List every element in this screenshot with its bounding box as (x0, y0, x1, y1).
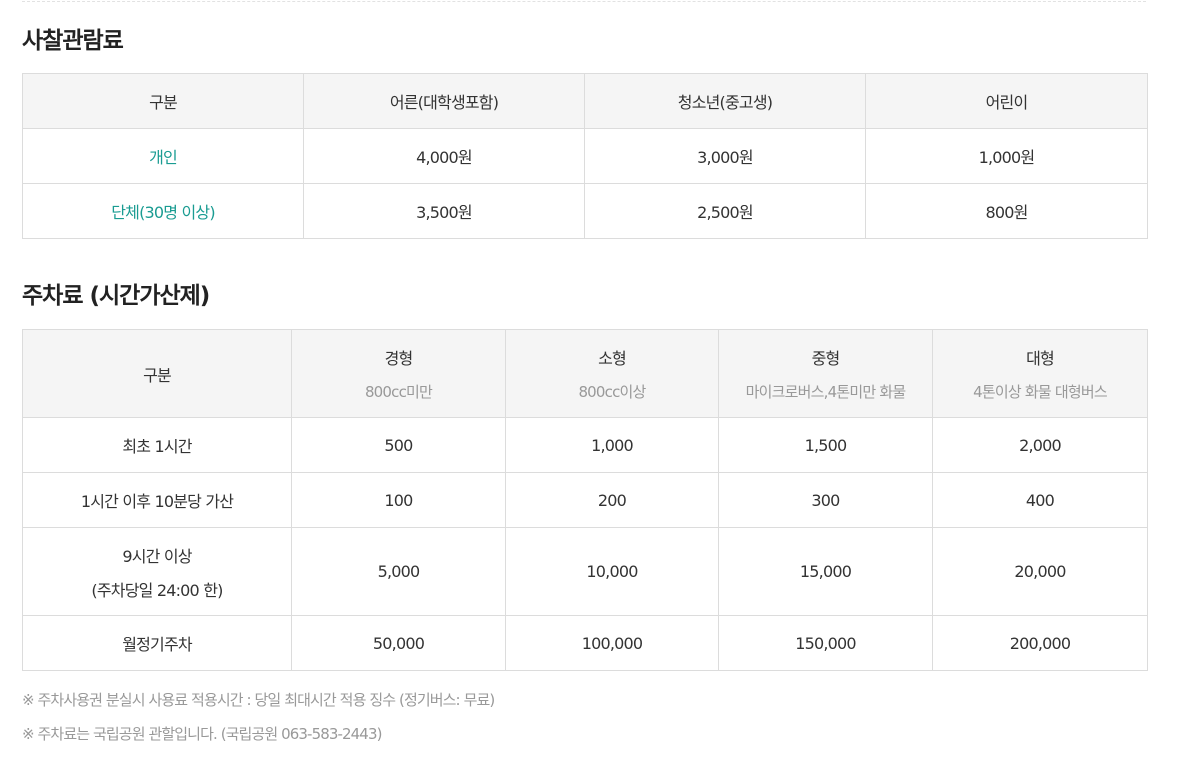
fee-cell: 15,000 (718, 527, 933, 616)
vehicle-class-desc: 800cc미만 (364, 383, 433, 401)
header-youth: 청소년(중고생) (584, 73, 866, 129)
table-row: 9시간 이상 (주차당일 24:00 한) 5,000 10,000 15,00… (22, 527, 1148, 616)
fee-cell: 500 (291, 417, 506, 473)
note-park-authority: ※ 주차료는 국립공원 관할입니다. (국립공원 063-583-2443) (22, 725, 382, 743)
fee-cell: 400 (932, 472, 1148, 528)
cell-adult-fee: 4,000원 (303, 128, 585, 184)
fee-cell: 300 (718, 472, 933, 528)
fee-cell: 200 (505, 472, 719, 528)
vehicle-class-desc: 800cc이상 (578, 383, 646, 401)
header-adult: 어른(대학생포함) (303, 73, 585, 129)
note-lost-ticket: ※ 주차사용권 분실시 사용료 적용시간 : 당일 최대시간 적용 징수 (정기… (22, 691, 495, 709)
header-mid-car: 중형 마이크로버스,4톤미만 화물 (718, 329, 933, 418)
header-light-car: 경형 800cc미만 (291, 329, 506, 418)
fee-cell: 5,000 (291, 527, 506, 616)
vehicle-class-desc: 4톤이상 화물 대형버스 (973, 383, 1107, 401)
cell-youth-fee: 2,500원 (584, 183, 866, 239)
row-label: 월정기주차 (22, 615, 292, 671)
row-label-line1: 9시간 이상 (122, 546, 192, 566)
header-category: 구분 (22, 73, 304, 129)
vehicle-class-name: 소형 (598, 349, 627, 368)
fee-cell: 100,000 (505, 615, 719, 671)
header-child: 어린이 (865, 73, 1148, 129)
fee-cell: 150,000 (718, 615, 933, 671)
vehicle-class-desc: 마이크로버스,4톤미만 화물 (745, 383, 906, 401)
parking-fee-title: 주차료 (시간가산제) (22, 283, 210, 309)
table-row: 단체(30명 이상) 3,500원 2,500원 800원 (22, 183, 1148, 239)
cell-adult-fee: 3,500원 (303, 183, 585, 239)
fee-cell: 1,000 (505, 417, 719, 473)
fee-cell: 50,000 (291, 615, 506, 671)
row-label-individual: 개인 (22, 128, 304, 184)
fee-cell: 200,000 (932, 615, 1148, 671)
fee-cell: 20,000 (932, 527, 1148, 616)
table-row: 개인 4,000원 3,000원 1,000원 (22, 128, 1148, 184)
header-small-car: 소형 800cc이상 (505, 329, 719, 418)
parking-fee-table: 구분 경형 800cc미만 소형 800cc이상 중형 마이크로버스,4톤미만 … (22, 329, 1148, 671)
fee-cell: 100 (291, 472, 506, 528)
cell-youth-fee: 3,000원 (584, 128, 866, 184)
cell-child-fee: 800원 (865, 183, 1148, 239)
header-large-car: 대형 4톤이상 화물 대형버스 (932, 329, 1148, 418)
row-label-group: 단체(30명 이상) (22, 183, 304, 239)
vehicle-class-name: 대형 (1026, 349, 1055, 368)
vehicle-class-name: 경형 (384, 349, 414, 368)
fee-cell: 1,500 (718, 417, 933, 473)
row-label-line2: (주차당일 24:00 한) (91, 580, 223, 600)
table-row: 월정기주차 50,000 100,000 150,000 200,000 (22, 615, 1148, 671)
header-category: 구분 (22, 329, 292, 418)
fee-cell: 2,000 (932, 417, 1148, 473)
row-label: 9시간 이상 (주차당일 24:00 한) (22, 527, 292, 616)
table-header-row: 구분 어른(대학생포함) 청소년(중고생) 어린이 (22, 73, 1148, 129)
admission-fee-table: 구분 어른(대학생포함) 청소년(중고생) 어린이 개인 4,000원 3,00… (22, 73, 1148, 239)
table-header-row: 구분 경형 800cc미만 소형 800cc이상 중형 마이크로버스,4톤미만 … (22, 329, 1148, 418)
top-divider (22, 1, 1146, 2)
table-row: 1시간 이후 10분당 가산 100 200 300 400 (22, 472, 1148, 528)
cell-child-fee: 1,000원 (865, 128, 1148, 184)
row-label: 1시간 이후 10분당 가산 (22, 472, 292, 528)
row-label: 최초 1시간 (22, 417, 292, 473)
admission-fee-title: 사찰관람료 (22, 28, 124, 54)
table-row: 최초 1시간 500 1,000 1,500 2,000 (22, 417, 1148, 473)
vehicle-class-name: 중형 (811, 349, 841, 368)
fee-cell: 10,000 (505, 527, 719, 616)
